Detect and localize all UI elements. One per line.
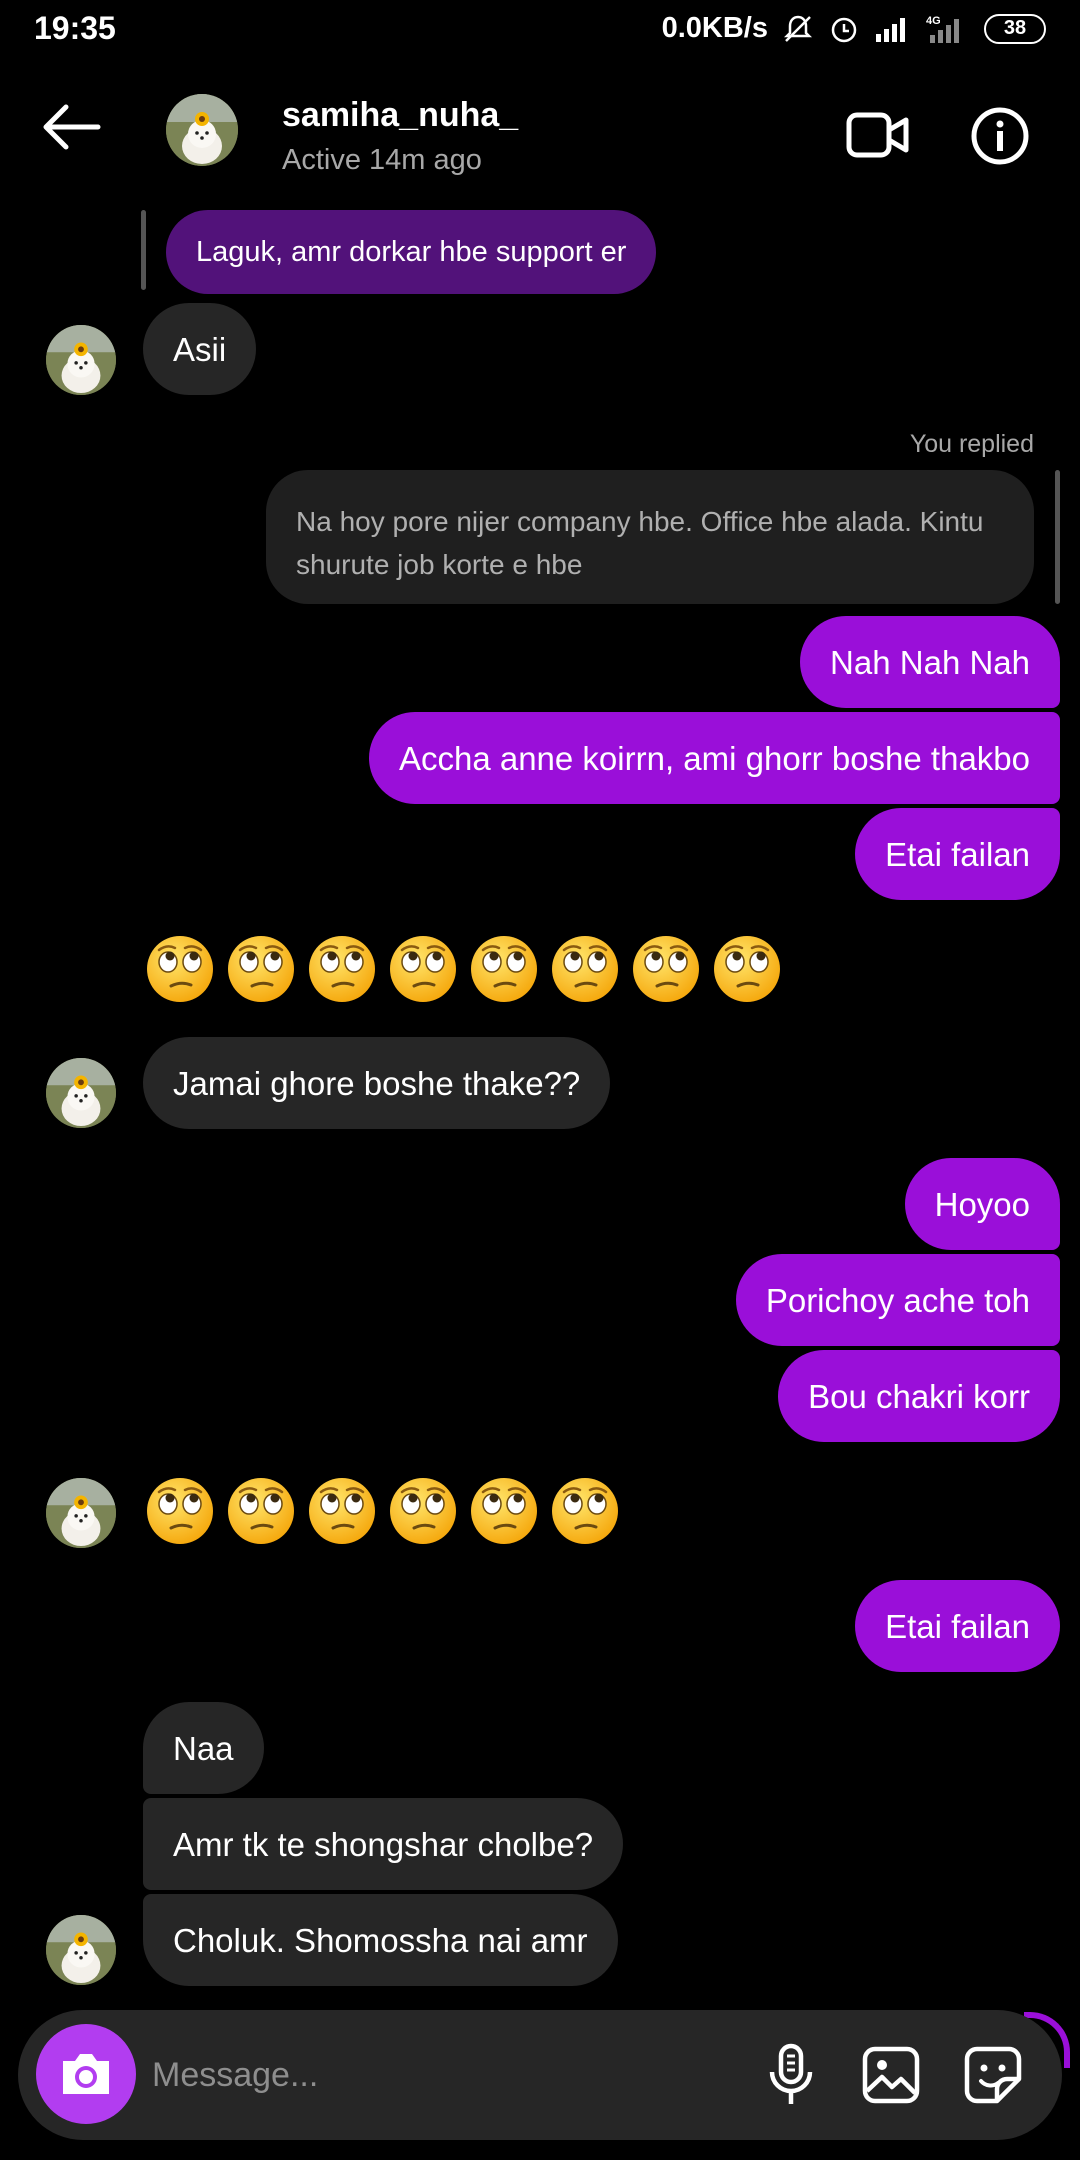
sender-avatar[interactable] [46, 1915, 116, 1985]
eye-roll-emoji-icon [471, 1478, 537, 1544]
message-received[interactable]: Jamai ghore boshe thake?? [143, 1037, 611, 1129]
reply-bar [1055, 470, 1060, 604]
reply-label: You replied [909, 430, 1034, 458]
net-speed: 0.0KB/s [661, 12, 768, 44]
status-bar: 19:35 0.0KB/s 4G 38 [0, 0, 1080, 62]
alarm-icon [828, 13, 860, 45]
message-sent[interactable]: Etai failan [855, 808, 1060, 900]
microphone-icon [769, 2043, 813, 2104]
back-arrow-icon [43, 104, 101, 150]
eye-roll-emoji-icon [552, 1478, 618, 1544]
eye-roll-emoji-icon [147, 1478, 213, 1544]
emoji-message[interactable] [145, 1476, 620, 1546]
eye-roll-emoji-icon [228, 936, 294, 1002]
message-sent[interactable]: Etai failan [855, 1580, 1060, 1672]
signal-icon [874, 14, 912, 44]
message-sent[interactable]: Porichoy ache toh [735, 1254, 1060, 1346]
message-sent[interactable]: Bou chakri korr [778, 1350, 1060, 1442]
eye-roll-emoji-icon [390, 936, 456, 1002]
battery-indicator: 38 [984, 13, 1046, 44]
message-input[interactable] [152, 2046, 712, 2104]
sticker-icon [964, 2046, 1022, 2104]
replied-to-message[interactable]: Na hoy pore nijer company hbe. Office hb… [266, 470, 1034, 604]
sender-avatar[interactable] [46, 325, 116, 395]
video-call-button[interactable] [846, 110, 910, 165]
quoted-message[interactable]: Laguk, amr dorkar hbe support er [166, 210, 657, 294]
profile-avatar[interactable] [166, 94, 238, 166]
eye-roll-emoji-icon [471, 936, 537, 1002]
active-status: Active 14m ago [282, 144, 482, 176]
message-received[interactable]: Asii [143, 303, 257, 395]
camera-button[interactable] [36, 2024, 136, 2124]
quote-bar [141, 210, 146, 290]
microphone-button[interactable] [756, 2040, 826, 2110]
status-time: 19:35 [34, 10, 116, 46]
eye-roll-emoji-icon [309, 1478, 375, 1544]
message-received[interactable]: Naa [143, 1702, 264, 1794]
message-sent[interactable]: Hoyoo [904, 1158, 1060, 1250]
chat-header: samiha_nuha_ Active 14m ago [0, 62, 1080, 212]
info-icon [971, 107, 1029, 165]
message-composer [18, 2010, 1062, 2140]
camera-icon [63, 2054, 109, 2094]
svg-text:4G: 4G [926, 15, 941, 27]
video-call-icon [846, 112, 909, 158]
mute-bell-icon [782, 13, 814, 45]
signal-4g-icon: 4G [926, 13, 970, 45]
sticker-button[interactable] [958, 2040, 1028, 2110]
eye-roll-emoji-icon [714, 936, 780, 1002]
eye-roll-emoji-icon [390, 1478, 456, 1544]
info-button[interactable] [970, 106, 1030, 171]
eye-roll-emoji-icon [228, 1478, 294, 1544]
status-right: 0.0KB/s 4G 38 [662, 12, 1046, 45]
eye-roll-emoji-icon [147, 936, 213, 1002]
eye-roll-emoji-icon [633, 936, 699, 1002]
gallery-icon [862, 2046, 920, 2104]
message-received[interactable]: Choluk. Shomossha nai amr [143, 1894, 618, 1986]
gallery-button[interactable] [856, 2040, 926, 2110]
sender-avatar[interactable] [46, 1478, 116, 1548]
back-button[interactable] [38, 102, 104, 152]
emoji-message[interactable] [145, 934, 782, 1004]
eye-roll-emoji-icon [309, 936, 375, 1002]
chat-username[interactable]: samiha_nuha_ [282, 96, 518, 135]
eye-roll-emoji-icon [552, 936, 618, 1002]
message-sent[interactable]: Accha anne koirrn, ami ghorr boshe thakb… [368, 712, 1060, 804]
message-received[interactable]: Amr tk te shongshar cholbe? [143, 1798, 624, 1890]
sender-avatar[interactable] [46, 1058, 116, 1128]
message-sent[interactable]: Nah Nah Nah [800, 616, 1060, 708]
